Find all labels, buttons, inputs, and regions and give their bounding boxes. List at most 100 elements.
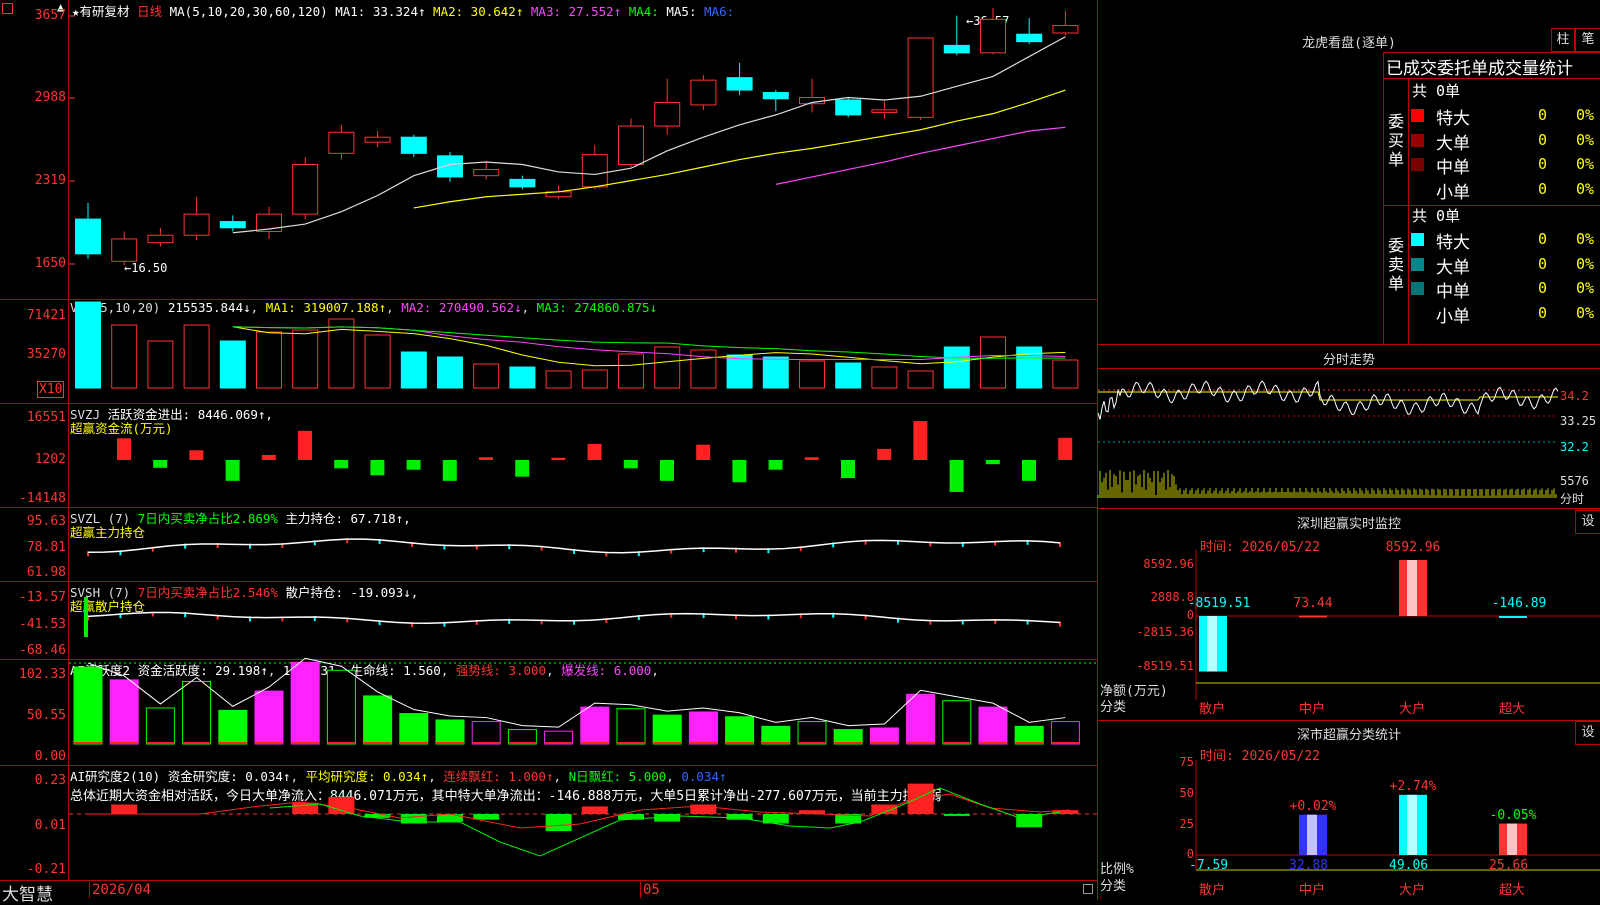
research-green-line [269, 787, 1061, 857]
monitor-settings-button[interactable]: 设 [1575, 510, 1600, 534]
activity-bar [833, 729, 863, 745]
vol-bar [292, 329, 319, 389]
activity-base [182, 742, 211, 744]
monitor-category: 中户 [1299, 702, 1326, 717]
lock-icon[interactable] [1083, 884, 1093, 894]
classify-settings-button[interactable]: 设 [1575, 721, 1600, 745]
activity-bar [1050, 721, 1080, 745]
svsh-first-bar [84, 597, 88, 637]
buy-row-pct: 0% [1576, 106, 1595, 124]
fund-flow-bar [406, 460, 421, 470]
lhb-title: 龙虎看盘(逐单) [1302, 36, 1396, 51]
activity-bar [363, 695, 393, 745]
buy-row-name: 特大 [1436, 109, 1470, 129]
sell-row-name: 大单 [1436, 257, 1470, 278]
candle-body [111, 238, 138, 262]
classify-change: -0.05% [1489, 807, 1537, 823]
candle-body [1052, 25, 1079, 34]
candle-body [183, 213, 210, 236]
buy-row-count: 0 [1538, 106, 1548, 124]
svzl-chart[interactable] [0, 508, 1098, 580]
classify-y-tick: 0 [1186, 847, 1194, 861]
buy-row-name: 大单 [1436, 133, 1470, 154]
fund-flow-bar [732, 460, 747, 483]
candle-body [835, 99, 862, 116]
activity-base [327, 742, 356, 744]
buy-total: 共 0单 [1412, 82, 1461, 100]
fund-flow-bar [587, 443, 602, 460]
candle-body [473, 168, 500, 177]
activity-base [580, 742, 609, 744]
fund-flow-bar [877, 448, 892, 460]
candle-body [581, 154, 608, 188]
activity-bar [471, 721, 501, 745]
classify-category: 中户 [1299, 883, 1326, 898]
svsh-chart[interactable] [0, 582, 1098, 658]
fund-flow-bar [225, 460, 240, 481]
activity-bar [906, 693, 936, 745]
buy-row-pct: 0% [1576, 179, 1595, 198]
candle-body [219, 221, 246, 229]
monitor-y-tick: 8592.96 [1143, 557, 1194, 571]
intraday-chart[interactable] [1097, 368, 1559, 508]
vol-bar [835, 362, 862, 389]
activity-bar [725, 716, 755, 745]
fund-flow-bar [985, 460, 1000, 465]
buy-row-name: 小单 [1436, 182, 1470, 203]
tick-mode-button[interactable]: 笔 [1575, 28, 1600, 52]
intraday-title: 分时走势 [1322, 353, 1375, 368]
research-bar [545, 814, 572, 832]
buy-row-count: 0 [1538, 155, 1548, 173]
vol-bar [545, 370, 572, 389]
sell-row-name: 特大 [1436, 233, 1470, 253]
vol-bar [943, 346, 970, 389]
ma5-line [232, 36, 1066, 234]
intraday-price-low: 32.2 [1560, 440, 1589, 454]
monitor-bar-label: -146.89 [1491, 596, 1547, 611]
fund-flow-bar [117, 438, 131, 460]
vol-bar [256, 331, 282, 389]
fund-flow-bar [261, 454, 276, 460]
sell-color-swatch [1411, 257, 1424, 271]
activity-bar [109, 679, 139, 745]
activity-base [689, 742, 718, 744]
ma20-line [775, 126, 1066, 185]
activity-base [146, 742, 175, 744]
candle-body [871, 109, 898, 113]
buy-color-swatch [1411, 133, 1424, 147]
sell-row-pct: 0% [1576, 230, 1595, 248]
activity-bar [145, 707, 175, 745]
classify-value: -7.59 [1189, 858, 1229, 873]
monitor-category: 散户 [1199, 702, 1226, 717]
svzj-chart[interactable] [0, 404, 1098, 506]
fund-flow-bar [1022, 460, 1036, 481]
kline-chart[interactable] [0, 0, 1098, 300]
research-bar [726, 814, 753, 820]
activity-base [472, 742, 501, 744]
candle-body [292, 164, 319, 215]
lhb-tabs[interactable]: 已成交委托单成交量统计 [1386, 54, 1573, 79]
monitor-bar [1499, 616, 1527, 618]
fund-flow-bar [841, 460, 855, 479]
monitor-bar-label: 8592.96 [1385, 540, 1441, 555]
sell-row-pct: 0% [1576, 303, 1595, 322]
ai1-chart[interactable] [0, 657, 1098, 764]
classify-y-tick: 50 [1179, 786, 1194, 800]
activity-base [725, 742, 754, 744]
ma10-line [413, 89, 1066, 209]
classify-y-tick: 75 [1179, 755, 1194, 769]
sell-row-name: 中单 [1436, 282, 1470, 302]
classify-change: +2.74% [1389, 778, 1437, 794]
classify-value: 25.66 [1489, 858, 1529, 873]
classify-bar-highlight [1507, 823, 1517, 855]
bar-mode-button[interactable]: 柱 [1551, 28, 1575, 52]
fund-flow-bar [551, 457, 566, 460]
sell-row-name: 小单 [1436, 306, 1470, 327]
ai2-chart[interactable] [0, 766, 1098, 880]
fund-flow-bar [696, 444, 711, 460]
vol-chart[interactable] [0, 300, 1098, 402]
date-axis-start: 2026/04 [89, 882, 151, 898]
classify-y-tick: 25 [1179, 817, 1194, 831]
activity-base [761, 742, 790, 744]
fund-flow-bar [913, 421, 928, 460]
